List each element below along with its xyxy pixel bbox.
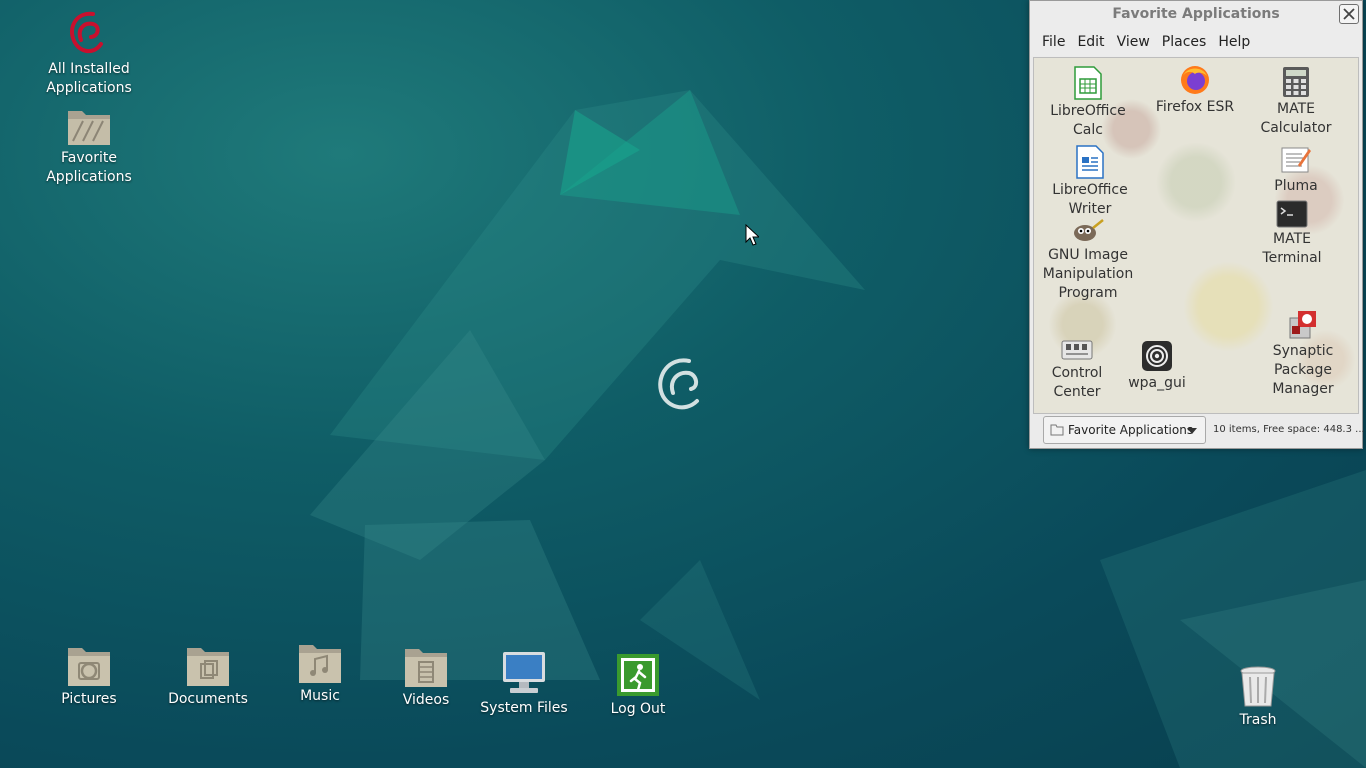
app-label: Pluma [1274,178,1318,194]
menu-file[interactable]: File [1036,34,1071,50]
app-synaptic[interactable]: Synaptic Package Manager [1255,308,1351,399]
desktop-icon-system-files[interactable]: System Files [474,649,574,718]
app-mate-calculator[interactable]: MATE Calculator [1248,66,1344,138]
menu-edit[interactable]: Edit [1071,34,1110,50]
file-manager-window[interactable]: Favorite Applications File Edit View Pla… [1029,0,1365,449]
app-label: MATE Calculator [1260,101,1332,136]
desktop-icon-trash[interactable]: Trash [1208,665,1308,730]
menu-help[interactable]: Help [1212,34,1256,50]
mouse-cursor-icon [745,224,759,246]
folder-icon [68,111,110,145]
location-dropdown[interactable]: Favorite Applications [1043,416,1206,444]
desktop-icon-label: Music [300,688,340,704]
status-bar: Favorite Applications 10 items, Free spa… [1030,415,1365,447]
location-label: Favorite Applications [1068,423,1194,437]
app-label: Synaptic Package Manager [1272,343,1334,397]
synaptic-icon [1289,311,1316,339]
computer-icon [503,652,545,693]
chevron-down-icon [1187,428,1197,434]
calculator-icon [1283,67,1309,97]
desktop-icon-videos[interactable]: Videos [376,645,476,710]
logout-icon [617,654,659,696]
menu-view[interactable]: View [1111,34,1156,50]
close-button[interactable] [1339,4,1359,24]
app-label: GNU Image Manipulation Program [1042,247,1134,301]
desktop-icon-pictures[interactable]: Pictures [39,644,139,709]
desktop-icon-label: Documents [168,691,248,707]
documents-folder-icon [187,648,229,686]
close-icon [1343,8,1355,20]
app-label: MATE Terminal [1262,231,1322,266]
desktop-icon-documents[interactable]: Documents [158,644,258,709]
app-gimp[interactable]: GNU Image Manipulation Program [1040,218,1136,303]
app-wpa-gui[interactable]: wpa_gui [1109,340,1205,393]
menu-places[interactable]: Places [1156,34,1213,50]
status-text: 10 items, Free space: 448.3 ... [1213,424,1365,435]
desktop-icon-label: Log Out [610,701,666,717]
debian-swirl-icon [70,11,103,54]
desktop-icon-label: System Files [480,700,568,716]
window-title: Favorite Applications [1112,6,1280,22]
videos-folder-icon [405,649,447,687]
control-center-icon [1061,340,1093,360]
desktop-icon-label: Trash [1239,712,1277,728]
menu-bar: File Edit View Places Help [1030,28,1362,56]
app-label: Firefox ESR [1155,99,1235,115]
desktop-icon-label: All Installed Applications [46,61,132,96]
app-firefox-esr[interactable]: Firefox ESR [1147,64,1243,117]
firefox-icon [1181,66,1209,94]
file-icon-view[interactable]: LibreOffice Calc Firefox ESR MATE Calcul… [1033,57,1359,414]
libreoffice-calc-icon [1074,66,1102,100]
desktop-icon-label: Favorite Applications [46,150,132,185]
app-mate-terminal[interactable]: MATE Terminal [1244,200,1340,268]
trash-icon [1240,666,1276,707]
app-libreoffice-writer[interactable]: LibreOffice Writer [1042,145,1138,219]
terminal-icon [1276,200,1308,228]
app-pluma[interactable]: Pluma [1248,145,1344,196]
pictures-folder-icon [68,648,110,686]
gimp-icon [1074,219,1104,241]
desktop-icon-favorite-applications[interactable]: Favorite Applications [39,105,139,187]
desktop-icon-label: Videos [402,692,450,708]
music-folder-icon [299,645,341,683]
desktop-icon-label: Pictures [61,691,117,707]
app-label: wpa_gui [1128,375,1186,391]
pluma-editor-icon [1281,147,1311,173]
folder-icon [1050,424,1064,436]
wifi-icon [1142,341,1172,371]
desktop-icon-log-out[interactable]: Log Out [588,652,688,719]
debian-logo-center [658,358,699,410]
window-titlebar[interactable]: Favorite Applications [1030,1,1362,28]
app-libreoffice-calc[interactable]: LibreOffice Calc [1040,66,1136,140]
desktop-icon-music[interactable]: Music [270,641,370,706]
app-label: LibreOffice Calc [1050,103,1126,138]
app-label: LibreOffice Writer [1052,182,1128,217]
libreoffice-writer-icon [1076,145,1104,179]
desktop-icon-all-installed-applications[interactable]: All Installed Applications [39,10,139,98]
